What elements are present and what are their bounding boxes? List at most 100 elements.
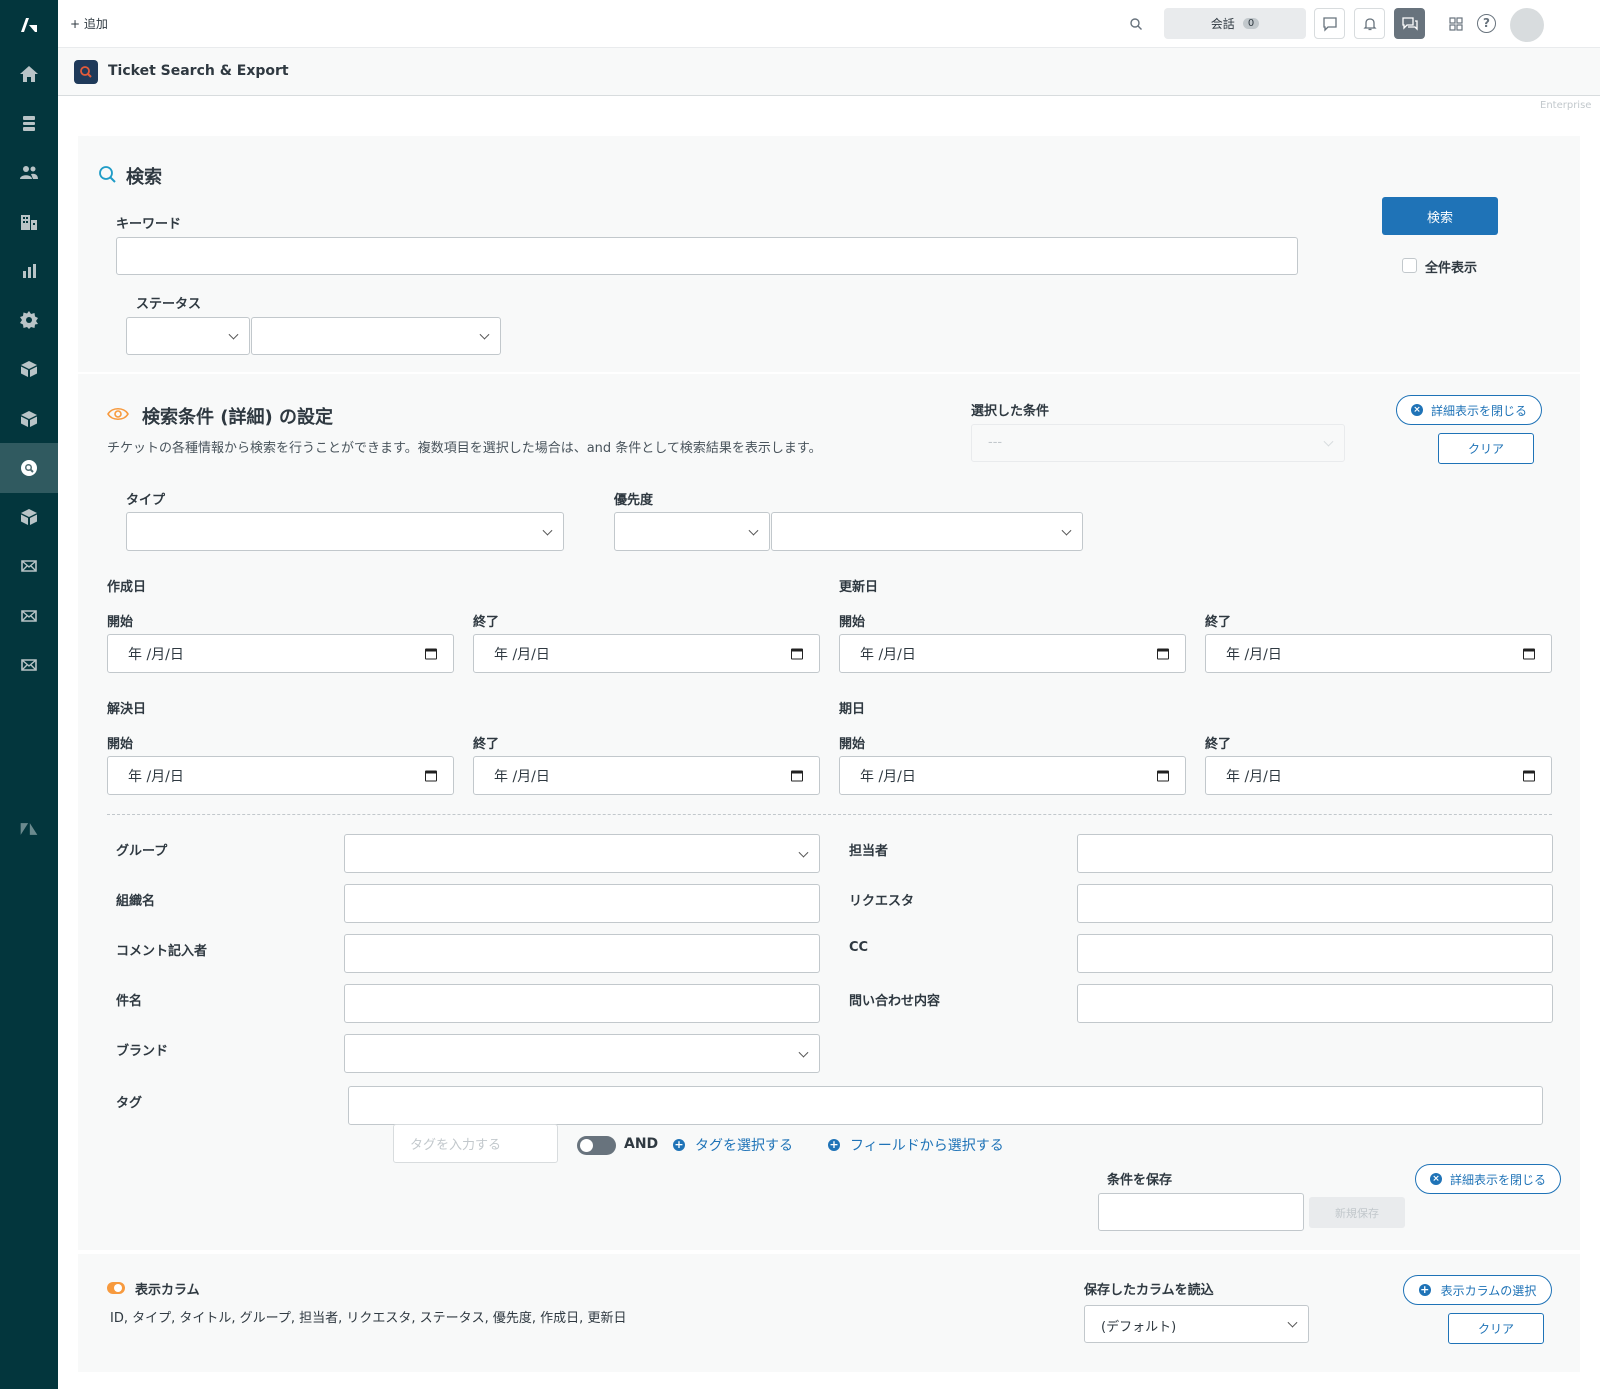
zendesk-logo-icon[interactable]: [0, 0, 58, 50]
due-end-date-input[interactable]: 年 /月/日: [1205, 756, 1552, 795]
calendar-icon[interactable]: [425, 770, 437, 781]
home-icon[interactable]: [0, 49, 58, 99]
inquiry-label: 問い合わせ内容: [849, 994, 941, 1009]
search-heading: 検索: [126, 167, 162, 188]
date-placeholder: 年 /月/日: [860, 646, 916, 663]
tag-input-placeholder: タグを入力する: [410, 1138, 502, 1153]
status-operator-select[interactable]: [126, 317, 250, 355]
select-tag-label: タグを選択する: [695, 1138, 793, 1154]
select-from-field-link[interactable]: + フィールドから選択する: [828, 1135, 1004, 1155]
due-start-label: 開始: [839, 737, 866, 752]
close-detail-button-bottom[interactable]: × 詳細表示を閉じる: [1415, 1164, 1561, 1194]
date-placeholder: 年 /月/日: [1226, 646, 1282, 663]
mail-icon[interactable]: [0, 541, 58, 591]
created-start-label: 開始: [107, 615, 134, 630]
selected-conditions-value: ---: [988, 435, 1003, 450]
select-from-field-label: フィールドから選択する: [850, 1138, 1004, 1154]
app-header-bar: Ticket Search & Export: [58, 48, 1600, 96]
priority-operator-select[interactable]: [614, 512, 770, 551]
tag-text-input[interactable]: タグを入力する: [393, 1124, 558, 1163]
calendar-icon[interactable]: [1523, 770, 1535, 781]
app-box-icon-2[interactable]: [0, 394, 58, 444]
zendesk-z-icon[interactable]: [0, 804, 58, 854]
messaging-icon[interactable]: [1394, 8, 1425, 39]
sidebar: [0, 0, 58, 1389]
cc-label: CC: [849, 940, 869, 955]
reporting-icon[interactable]: [0, 246, 58, 296]
save-condition-input[interactable]: [1098, 1193, 1304, 1231]
help-icon[interactable]: ?: [1477, 14, 1496, 33]
ticket-search-app-icon[interactable]: [0, 443, 58, 493]
apps-grid-icon[interactable]: [1448, 16, 1464, 32]
app-box-icon-3[interactable]: [0, 492, 58, 542]
select-tag-link[interactable]: + タグを選択する: [673, 1135, 793, 1155]
assignee-input[interactable]: [1077, 834, 1553, 873]
calendar-icon[interactable]: [1157, 648, 1169, 659]
type-select[interactable]: [126, 512, 564, 551]
chevron-down-icon: [542, 525, 553, 536]
solved-start-date-input[interactable]: 年 /月/日: [107, 756, 454, 795]
org-input[interactable]: [344, 884, 820, 923]
close-detail-button-top[interactable]: × 詳細表示を閉じる: [1396, 395, 1542, 425]
status-value-select[interactable]: [251, 317, 501, 355]
divider: [107, 814, 1552, 815]
chevron-down-icon: [1287, 1317, 1298, 1328]
app-box-icon[interactable]: [0, 344, 58, 394]
type-label: タイプ: [126, 493, 166, 508]
created-start-date-input[interactable]: 年 /月/日: [107, 634, 454, 673]
mail-icon-2[interactable]: [0, 591, 58, 641]
date-placeholder: 年 /月/日: [494, 768, 550, 785]
selected-conditions-select[interactable]: ---: [971, 424, 1345, 462]
commenter-input[interactable]: [344, 934, 820, 973]
columns-toggle-icon[interactable]: [107, 1282, 125, 1294]
priority-value-select[interactable]: [771, 512, 1083, 551]
calendar-icon[interactable]: [1523, 648, 1535, 659]
calendar-icon[interactable]: [791, 648, 803, 659]
updated-end-date-input[interactable]: 年 /月/日: [1205, 634, 1552, 673]
select-columns-button[interactable]: + 表示カラムの選択: [1403, 1275, 1552, 1305]
brand-select[interactable]: [344, 1034, 820, 1073]
settings-gear-icon[interactable]: [0, 295, 58, 345]
mail-icon-3[interactable]: [0, 640, 58, 690]
views-icon[interactable]: [0, 98, 58, 148]
clear-columns-button[interactable]: クリア: [1448, 1313, 1544, 1344]
close-detail-label: 詳細表示を閉じる: [1449, 1172, 1546, 1187]
customers-icon[interactable]: [0, 147, 58, 197]
plus-circle-icon: +: [828, 1138, 840, 1151]
cc-input[interactable]: [1077, 934, 1553, 973]
and-toggle[interactable]: [577, 1136, 616, 1155]
conversations-button[interactable]: 会話 0: [1164, 8, 1306, 39]
due-start-date-input[interactable]: 年 /月/日: [839, 756, 1186, 795]
eye-icon: [107, 406, 129, 422]
advanced-heading: 検索条件 (詳細) の設定: [142, 407, 333, 428]
date-placeholder: 年 /月/日: [1226, 768, 1282, 785]
new-save-button[interactable]: 新規保存: [1309, 1197, 1405, 1228]
commenter-label: コメント記入者: [116, 944, 208, 959]
chevron-down-icon: [798, 1047, 809, 1058]
avatar[interactable]: [1510, 8, 1544, 42]
inquiry-input[interactable]: [1077, 984, 1553, 1023]
tag-area-input[interactable]: [348, 1086, 1543, 1125]
notifications-bell-icon[interactable]: [1354, 8, 1385, 39]
solved-end-date-input[interactable]: 年 /月/日: [473, 756, 820, 795]
group-select[interactable]: [344, 834, 820, 873]
created-end-date-input[interactable]: 年 /月/日: [473, 634, 820, 673]
load-saved-columns-select[interactable]: (デフォルト): [1084, 1305, 1309, 1343]
search-button[interactable]: 検索: [1382, 197, 1498, 235]
calendar-icon[interactable]: [1157, 770, 1169, 781]
add-button[interactable]: + 追加: [70, 15, 108, 32]
requester-input[interactable]: [1077, 884, 1553, 923]
chat-icon[interactable]: [1314, 8, 1345, 39]
calendar-icon[interactable]: [791, 770, 803, 781]
organizations-icon[interactable]: [0, 197, 58, 247]
calendar-icon[interactable]: [425, 648, 437, 659]
updated-start-date-input[interactable]: 年 /月/日: [839, 634, 1186, 673]
chevron-down-icon: [798, 847, 809, 858]
conversations-count-badge: 0: [1242, 18, 1260, 29]
subject-label: 件名: [116, 994, 143, 1009]
show-all-checkbox[interactable]: [1402, 258, 1417, 273]
clear-conditions-button[interactable]: クリア: [1438, 433, 1534, 464]
search-icon[interactable]: [1129, 16, 1143, 30]
subject-input[interactable]: [344, 984, 820, 1023]
keyword-input[interactable]: [116, 237, 1298, 275]
